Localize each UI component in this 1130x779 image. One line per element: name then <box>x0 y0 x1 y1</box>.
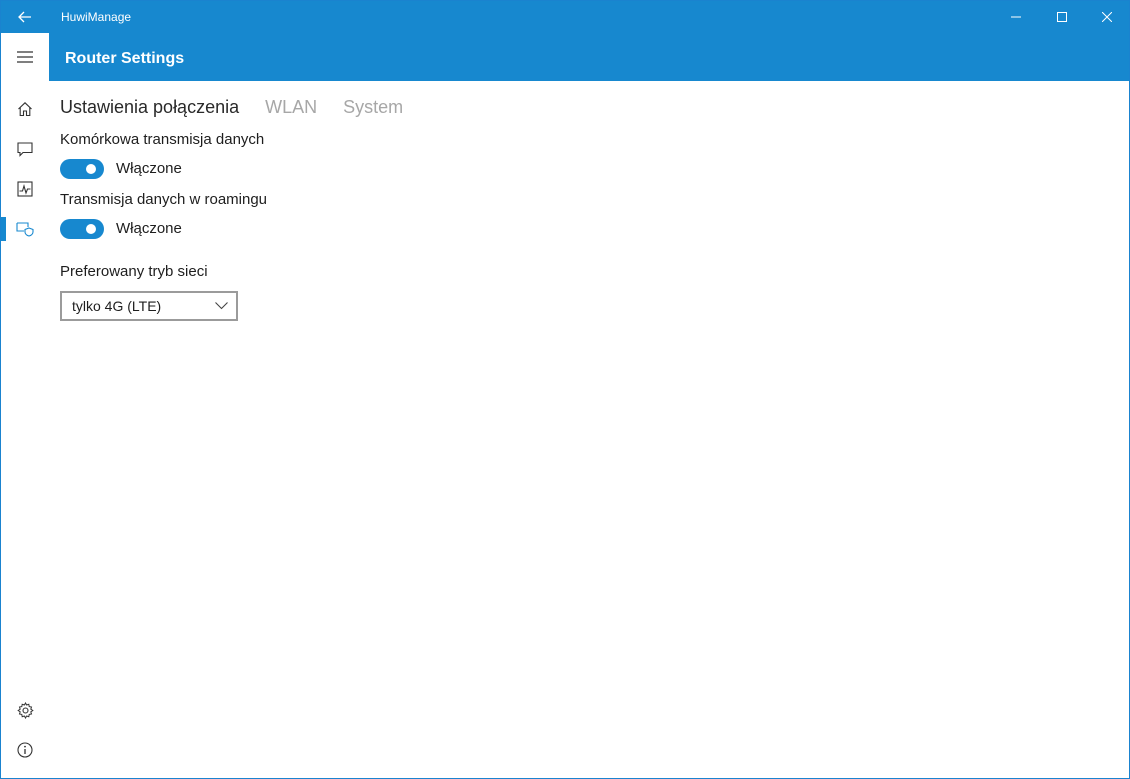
network-mode-value: tylko 4G (LTE) <box>72 298 162 314</box>
pivot-tabs: Ustawienia połączenia WLAN System <box>60 95 403 119</box>
page-header: Router Settings <box>49 33 1129 81</box>
roaming-label: Transmisja danych w roamingu <box>60 191 268 208</box>
maximize-button[interactable] <box>1039 1 1085 33</box>
app-window: HuwiManage Router Settings Ustawienia po… <box>0 0 1130 779</box>
nav-home[interactable] <box>1 89 49 129</box>
toggle-knob <box>86 164 96 174</box>
minimize-button[interactable] <box>993 1 1039 33</box>
router-shield-icon <box>16 222 34 237</box>
settings-content: Ustawienia połączenia WLAN System Komórk… <box>49 81 1129 778</box>
roaming-state: Włączone <box>116 220 182 237</box>
back-button[interactable] <box>1 1 49 33</box>
toggle-knob <box>86 224 96 234</box>
chevron-down-icon <box>214 300 228 312</box>
close-icon <box>1102 12 1112 22</box>
hamburger-menu-button[interactable] <box>1 37 49 77</box>
mobile-data-state: Włączone <box>116 160 182 177</box>
gear-icon <box>16 701 34 719</box>
tab-wlan[interactable]: WLAN <box>265 95 317 119</box>
title-bar: HuwiManage <box>1 1 1129 33</box>
back-arrow-icon <box>18 11 31 23</box>
tab-connection-settings[interactable]: Ustawienia połączenia <box>60 95 239 119</box>
mobile-data-label: Komórkowa transmisja danych <box>60 131 265 148</box>
navigation-rail <box>1 33 49 778</box>
maximize-icon <box>1057 12 1067 22</box>
nav-router-settings[interactable] <box>1 209 49 249</box>
nav-about[interactable] <box>1 730 49 770</box>
hamburger-menu-icon <box>17 51 33 63</box>
nav-settings[interactable] <box>1 690 49 730</box>
close-button[interactable] <box>1084 1 1129 33</box>
mobile-data-toggle[interactable] <box>60 159 104 179</box>
nav-messages[interactable] <box>1 129 49 169</box>
message-icon <box>17 142 33 157</box>
home-icon <box>18 102 32 117</box>
page-title: Router Settings <box>65 50 185 67</box>
network-mode-dropdown[interactable]: tylko 4G (LTE) <box>60 291 238 321</box>
app-title: HuwiManage <box>61 10 132 24</box>
nav-statistics[interactable] <box>1 169 49 209</box>
tab-system[interactable]: System <box>343 95 403 119</box>
activity-chart-icon <box>17 181 33 197</box>
minimize-icon <box>1011 16 1021 18</box>
roaming-toggle[interactable] <box>60 219 104 239</box>
network-mode-label: Preferowany tryb sieci <box>60 263 208 280</box>
info-icon <box>17 742 33 758</box>
